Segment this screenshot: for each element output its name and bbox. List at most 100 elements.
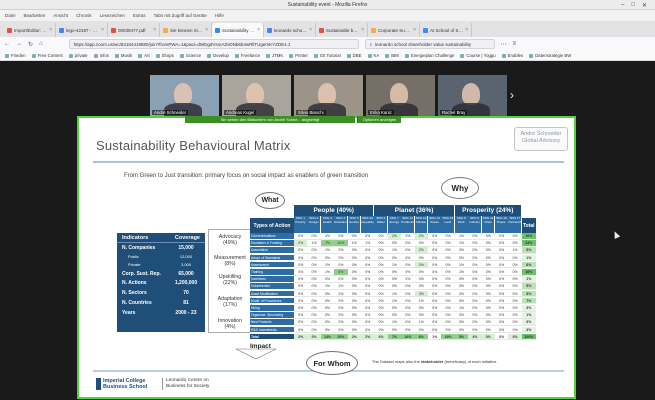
- menu-item[interactable]: Hilfe: [215, 13, 224, 18]
- bookmark-label: private: [74, 53, 88, 58]
- matrix-cell: 0%: [334, 291, 348, 298]
- matrix-cell: 0%: [361, 312, 375, 319]
- bookmark-item[interactable]: Science: [179, 53, 202, 58]
- tab-close-icon[interactable]: ×: [153, 27, 156, 33]
- indicator-row: Corp. Sust. Rep. 65,000: [117, 269, 205, 279]
- participant-video[interactable]: André Schneider: [150, 75, 219, 116]
- browser-tab[interactable]: 00039477.pdf ×: [108, 23, 160, 37]
- bookmark-item[interactable]: Shops: [155, 53, 174, 58]
- bookmark-label: Science: [185, 53, 202, 58]
- matrix-row-label: Hiring: [250, 305, 294, 312]
- matrix-cell: 2%: [387, 233, 402, 240]
- bookmark-item[interactable]: Develop: [207, 53, 229, 58]
- browser-tab[interactable]: leonardo school sharehol...×: [264, 23, 316, 37]
- matrix-cell: 0%: [361, 291, 375, 298]
- tab-close-icon[interactable]: ×: [413, 27, 416, 33]
- bookmark-item[interactable]: Freelance: [234, 53, 260, 58]
- bookmark-item[interactable]: Infos: [93, 53, 109, 58]
- back-icon[interactable]: ←: [4, 41, 10, 47]
- participant-video[interactable]: Rachel Bray: [438, 75, 507, 116]
- tab-close-icon[interactable]: ×: [361, 27, 364, 33]
- bookmark-item[interactable]: Art: [138, 53, 150, 58]
- matrix-total-cell: 1%: [521, 254, 536, 262]
- browser-tab[interactable]: Corporate Sustainabilit...×: [368, 23, 420, 37]
- menu-item[interactable]: Lesezeichen: [100, 13, 125, 18]
- matrix-cell: 0%: [454, 247, 469, 254]
- matrix-cell: 0%: [334, 305, 348, 312]
- matrix-cell: 0%: [294, 298, 308, 305]
- bookmark-item[interactable]: IBM: [385, 53, 399, 58]
- maximize-icon[interactable]: □: [631, 2, 635, 8]
- menu-icon[interactable]: ≡: [513, 41, 517, 47]
- matrix-cell: 0%: [294, 327, 308, 334]
- matrix-cell: 0%: [361, 233, 375, 240]
- tab-close-icon[interactable]: ×: [101, 27, 104, 33]
- participant-video[interactable]: Silvio Bianchi: [294, 75, 363, 116]
- tab-close-icon[interactable]: ×: [257, 27, 260, 33]
- matrix-cell: 10%: [334, 240, 348, 247]
- matrix-row-label: Donations & Funding: [250, 240, 294, 247]
- menu-item[interactable]: Datei: [5, 13, 16, 18]
- next-participants-icon[interactable]: ›: [510, 88, 514, 102]
- indicator-row: N. Actions 1,200,000: [117, 279, 205, 289]
- participant-video[interactable]: Erika Kaniz: [366, 75, 435, 116]
- browser-tab[interactable]: Sie können Sie bei DTKI...×: [160, 23, 212, 37]
- tab-close-icon[interactable]: ×: [465, 27, 468, 33]
- bookmark-item[interactable]: DBE: [346, 53, 362, 58]
- home-icon[interactable]: ⌂: [39, 41, 43, 47]
- browser-tab[interactable]: Sustainable business ...×: [316, 23, 368, 37]
- search-field[interactable]: ⌕ leonardo school shareholder value susta…: [364, 39, 495, 49]
- menu-item[interactable]: Tabs mit Zugriff auf Geräte: [154, 13, 207, 18]
- menu-item[interactable]: Extras: [133, 13, 146, 18]
- matrix-cell: 0%: [495, 255, 509, 262]
- sdg-header: SDG 7 Energy: [387, 216, 401, 233]
- participant-name: Andreas Kugel: [224, 110, 257, 115]
- close-icon[interactable]: ✕: [642, 2, 647, 9]
- matrix-total-cell: 1%: [521, 312, 536, 319]
- bookmark-item[interactable]: JTMK: [266, 53, 283, 58]
- bookmark-item[interactable]: Musik: [114, 53, 132, 58]
- view-options-button[interactable]: Optionen anzeigen: [357, 116, 401, 123]
- indicator-label: N. Companies: [122, 244, 156, 251]
- bookmark-item[interactable]: Energieplan Challenge: [404, 53, 454, 58]
- menu-item[interactable]: Ansicht: [53, 13, 68, 18]
- bookmark-item[interactable]: Course | Yoggu: [460, 53, 496, 58]
- action-type-pct: (49%): [223, 240, 237, 246]
- matrix-cell: 0%: [320, 305, 335, 312]
- browser-tab[interactable]: Import/Editor: at math - dr...×: [4, 23, 56, 37]
- tab-close-icon[interactable]: ×: [205, 27, 208, 33]
- bookmark-item[interactable]: Datenstrategie BW: [529, 53, 571, 58]
- bookmark-label: Shops: [161, 53, 174, 58]
- participant-video[interactable]: Andreas Kugel: [222, 75, 291, 116]
- indicator-row: N. Sectors 70: [117, 288, 205, 298]
- bookmark-item[interactable]: Free Content: [31, 53, 63, 58]
- url-field[interactable]: https://app.zoom.us/wc/83184419880/join?…: [68, 39, 359, 49]
- indicator-value: 65,000: [178, 270, 194, 277]
- matrix-cell: 0%: [508, 233, 522, 240]
- matrix-row-label: Asset Modification: [250, 290, 294, 298]
- matrix-total-cell: 5%: [521, 290, 536, 298]
- types-of-action-header: Types of Action: [250, 218, 294, 233]
- bookmark-item[interactable]: KA: [367, 53, 379, 58]
- browser-tab[interactable]: Sustainability event×: [212, 23, 264, 37]
- reload-icon[interactable]: ↻: [28, 41, 33, 48]
- browser-tab[interactable]: At School of Sustainabil...×: [420, 23, 472, 37]
- matrix-total-cell: 3%: [521, 305, 536, 312]
- matrix-cell: 0%: [428, 312, 442, 319]
- menu-item[interactable]: Chronik: [76, 13, 92, 18]
- menu-item[interactable]: Bearbeiten: [24, 13, 46, 18]
- bookmark-item[interactable]: private: [68, 53, 88, 58]
- bookmark-label: Git Tutorial: [319, 53, 341, 58]
- minimize-icon[interactable]: –: [621, 2, 624, 8]
- matrix-cell: 7%: [387, 333, 402, 341]
- forward-icon[interactable]: →: [16, 41, 22, 47]
- tab-close-icon[interactable]: ×: [309, 27, 312, 33]
- bookmark-item[interactable]: Git Tutorial: [313, 53, 341, 58]
- browser-tab[interactable]: lego-42187 - Google Su...×: [56, 23, 108, 37]
- tab-close-icon[interactable]: ×: [49, 27, 52, 33]
- bookmark-item[interactable]: Frieden: [5, 53, 26, 58]
- extensions-icon[interactable]: ⋯: [501, 41, 507, 48]
- bookmark-item[interactable]: Printer: [289, 53, 308, 58]
- matrix-cell: 1%: [320, 262, 335, 269]
- bookmark-item[interactable]: Enables: [501, 53, 523, 58]
